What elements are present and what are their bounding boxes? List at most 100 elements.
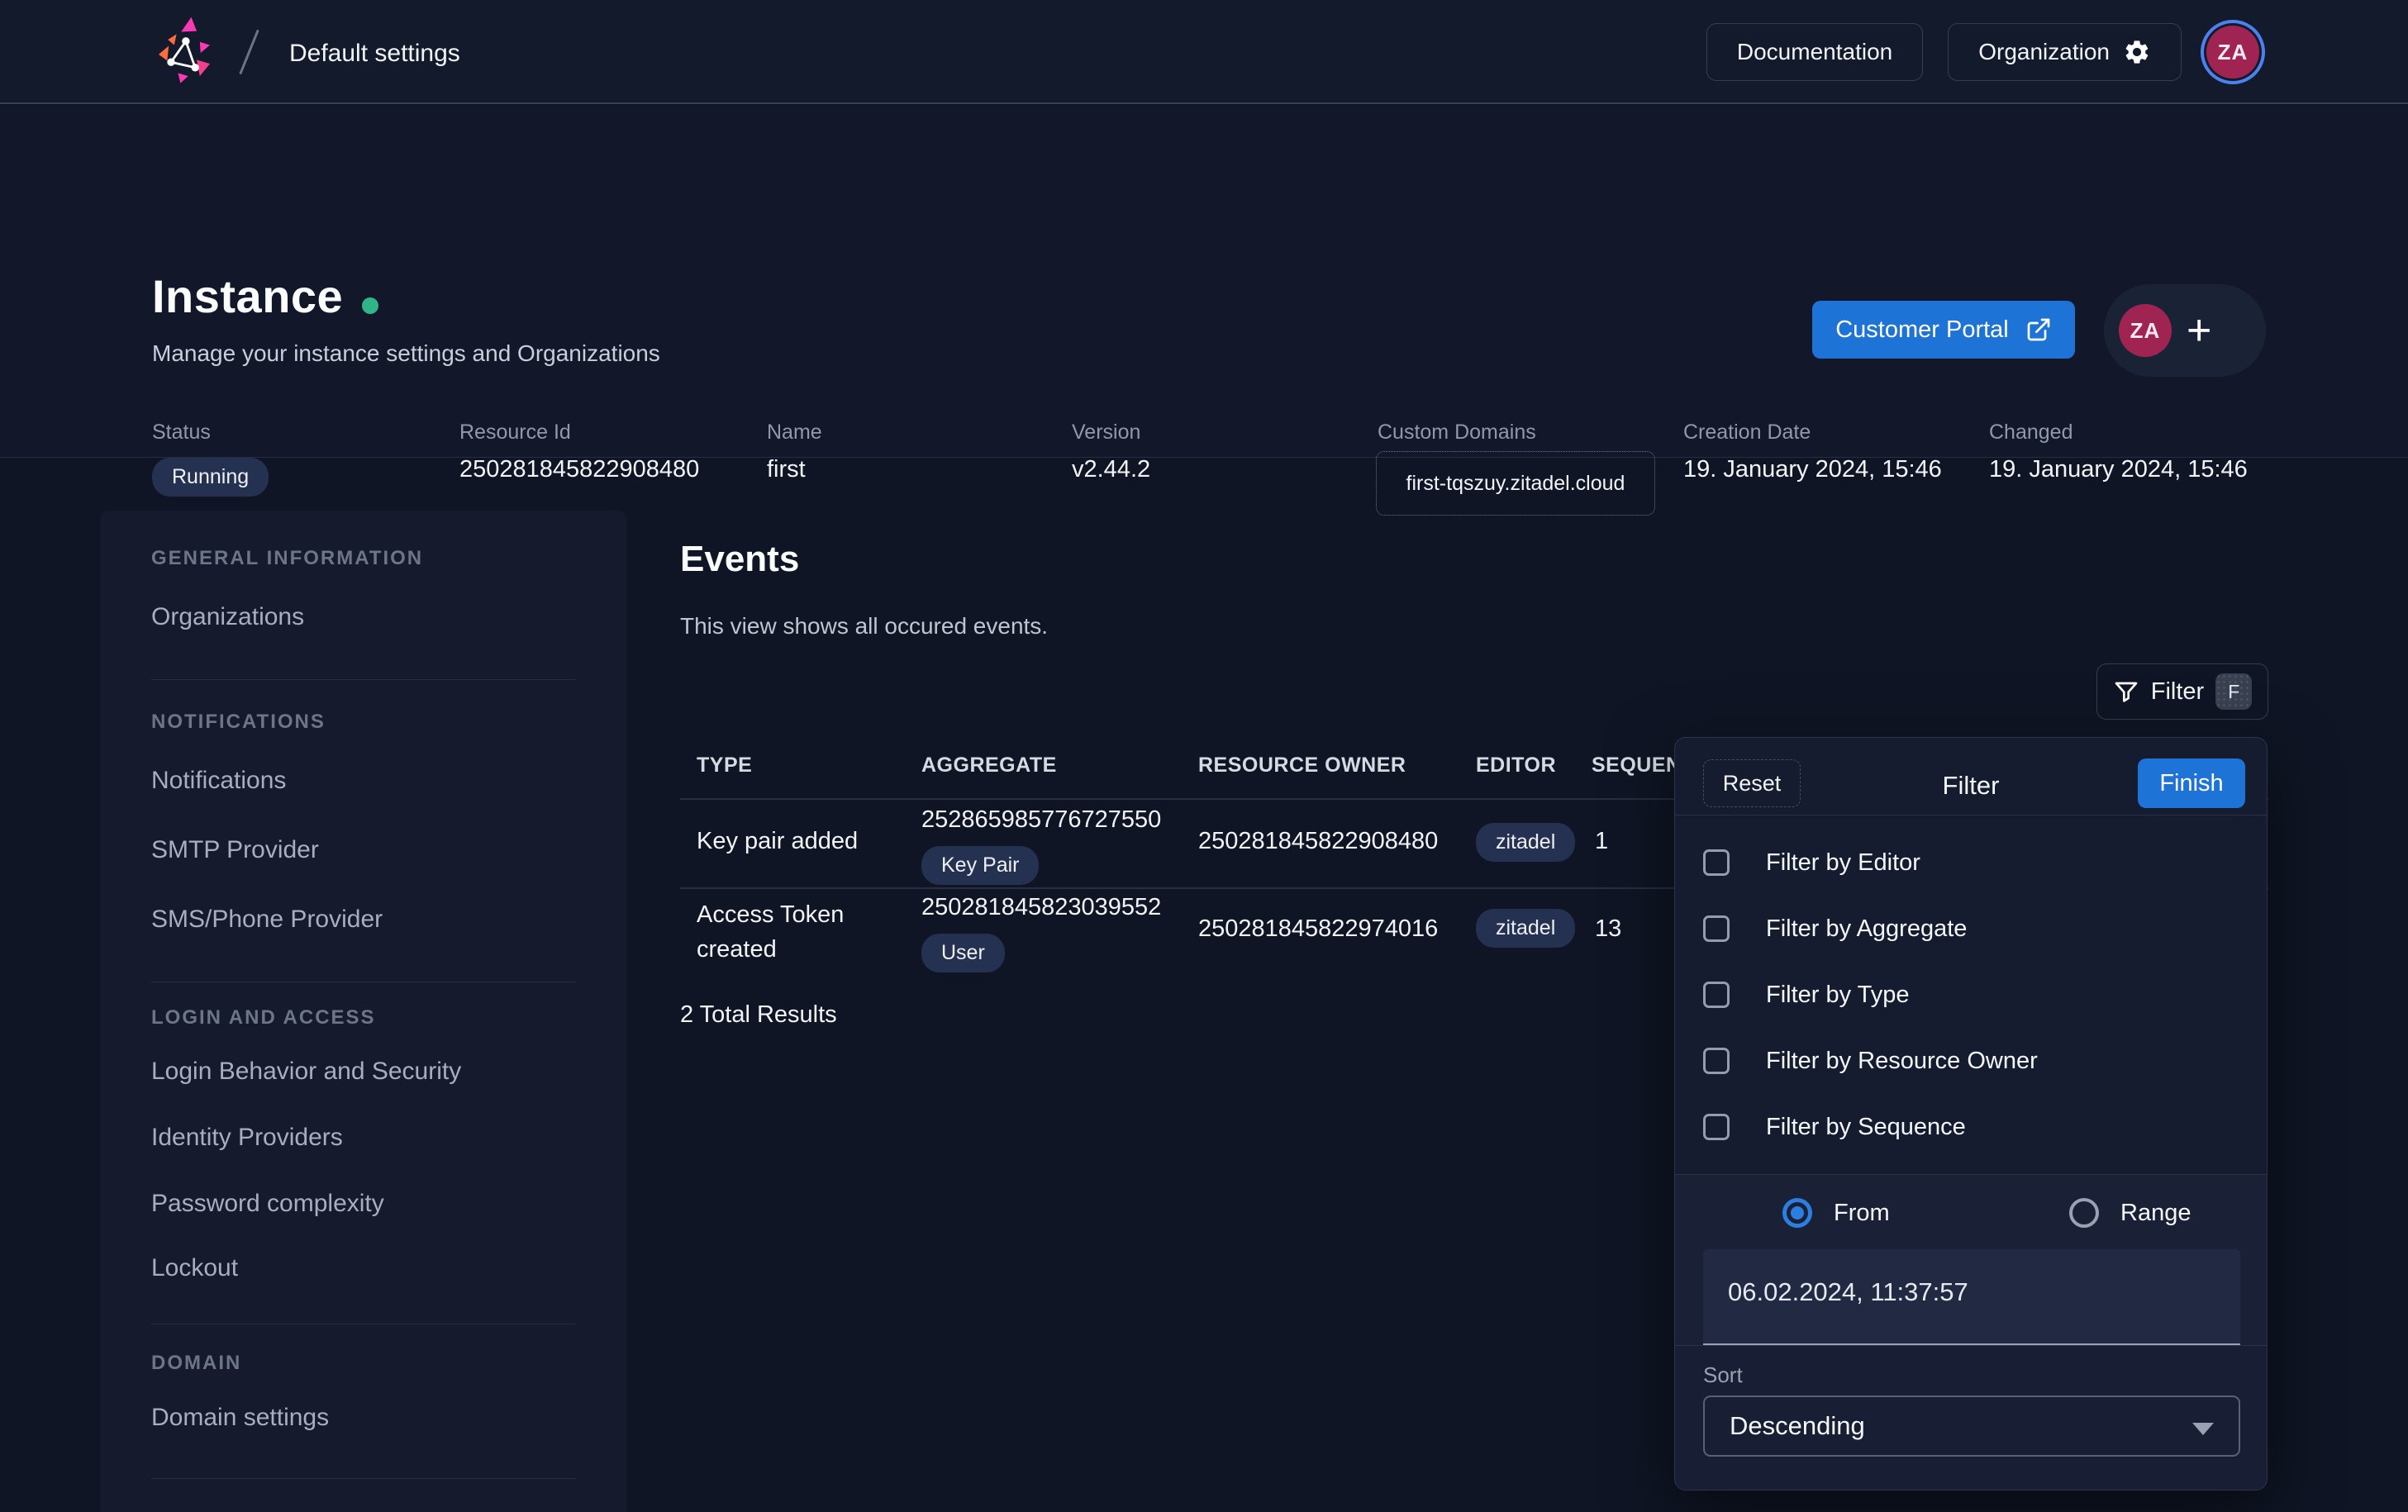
funnel-icon xyxy=(2113,678,2139,705)
meta-label: Resource Id xyxy=(459,421,699,445)
checkbox-icon xyxy=(1703,982,1730,1008)
sort-section: Sort Descending xyxy=(1675,1345,2267,1491)
user-avatar[interactable]: ZA xyxy=(2206,26,2259,78)
sidebar-item-lockout[interactable]: Lockout xyxy=(151,1254,238,1282)
sidebar-item-smtp-provider[interactable]: SMTP Provider xyxy=(151,836,319,864)
sidebar-section-notifications: NOTIFICATIONS xyxy=(151,711,326,734)
meta-label: Creation Date xyxy=(1683,421,1942,445)
sidebar-item-domain-settings[interactable]: Domain settings xyxy=(151,1404,329,1432)
sidebar-section-login-access: LOGIN AND ACCESS xyxy=(151,1006,376,1029)
filter-by-resource-owner-checkbox[interactable]: Filter by Resource Owner xyxy=(1703,1043,2038,1079)
meta-value: 19. January 2024, 15:46 xyxy=(1989,456,2248,483)
range-radio[interactable]: Range xyxy=(2069,1198,2191,1228)
settings-sidebar: GENERAL INFORMATION Organizations NOTIFI… xyxy=(100,511,626,1512)
meta-version: Version v2.44.2 xyxy=(1072,421,1150,483)
sidebar-divider xyxy=(151,679,576,680)
organization-label: Organization xyxy=(1978,39,2110,65)
chevron-down-icon xyxy=(2192,1423,2214,1435)
zitadel-logo-icon[interactable] xyxy=(145,13,223,91)
meta-label: Changed xyxy=(1989,421,2248,445)
filter-button[interactable]: Filter F xyxy=(2096,663,2268,720)
page-subtitle: Manage your instance settings and Organi… xyxy=(152,340,660,367)
shortcut-badge: F xyxy=(2215,673,2252,710)
page-title: Instance xyxy=(152,269,343,323)
sidebar-section-general: GENERAL INFORMATION xyxy=(151,547,423,570)
gear-icon xyxy=(2123,38,2151,66)
radio-label: Range xyxy=(2120,1200,2191,1227)
customer-portal-button[interactable]: Customer Portal xyxy=(1812,301,2075,359)
sequence-value: 1 xyxy=(1595,828,1608,855)
sidebar-item-password-complexity[interactable]: Password complexity xyxy=(151,1190,384,1218)
topbar-actions: Documentation Organization ZA xyxy=(1706,0,2266,104)
custom-domain-chip[interactable]: first-tqszuy.zitadel.cloud xyxy=(1376,451,1655,516)
col-header-resource-owner: RESOURCE OWNER xyxy=(1198,754,1406,777)
checkbox-label: Filter by Sequence xyxy=(1766,1114,1966,1141)
instance-header: Instance Manage your instance settings a… xyxy=(0,106,2408,458)
sort-dropdown[interactable]: Descending xyxy=(1703,1396,2240,1457)
sequence-value: 13 xyxy=(1595,915,1621,943)
sidebar-item-organizations[interactable]: Organizations xyxy=(151,603,304,631)
filter-by-aggregate-checkbox[interactable]: Filter by Aggregate xyxy=(1703,911,1967,947)
col-header-aggregate: AGGREGATE xyxy=(921,754,1057,777)
datetime-input[interactable]: 06.02.2024, 11:37:57 xyxy=(1703,1249,2240,1345)
documentation-label: Documentation xyxy=(1737,39,1892,65)
sidebar-item-notifications[interactable]: Notifications xyxy=(151,767,286,795)
finish-button[interactable]: Finish xyxy=(2138,758,2245,808)
filter-button-label: Filter xyxy=(2151,678,2204,706)
meta-label: Name xyxy=(767,421,822,445)
meta-creation-date: Creation Date 19. January 2024, 15:46 xyxy=(1683,421,1942,483)
add-member-button[interactable]: + xyxy=(2187,309,2211,352)
meta-name: Name first xyxy=(767,421,822,483)
topbar: Default settings Documentation Organizat… xyxy=(0,0,2408,104)
checkbox-icon xyxy=(1703,1114,1730,1140)
checkbox-label: Filter by Aggregate xyxy=(1766,915,1967,943)
time-filter-section: From Range 06.02.2024, 11:37:57 xyxy=(1675,1174,2267,1345)
checkbox-label: Filter by Editor xyxy=(1766,849,1920,877)
col-header-type: TYPE xyxy=(697,754,752,777)
events-description: This view shows all occured events. xyxy=(680,613,1048,640)
aggregate-id: 252865985776727550 xyxy=(921,806,1161,834)
filter-by-type-checkbox[interactable]: Filter by Type xyxy=(1703,977,1910,1013)
filter-by-editor-checkbox[interactable]: Filter by Editor xyxy=(1703,844,1920,881)
documentation-button[interactable]: Documentation xyxy=(1706,23,1923,81)
resource-owner: 250281845822908480 xyxy=(1198,828,1438,855)
zitadel-console: { "topbar": { "breadcrumb": "Default set… xyxy=(0,0,2408,1512)
meta-value: first xyxy=(767,456,822,483)
resource-owner: 250281845822974016 xyxy=(1198,915,1438,943)
member-avatar[interactable]: ZA xyxy=(2119,304,2172,357)
editor-chip: zitadel xyxy=(1476,909,1575,948)
radio-selected-icon xyxy=(1782,1198,1812,1228)
checkbox-icon xyxy=(1703,849,1730,876)
checkbox-icon xyxy=(1703,1048,1730,1074)
sidebar-item-identity-providers[interactable]: Identity Providers xyxy=(151,1124,343,1152)
from-radio[interactable]: From xyxy=(1782,1198,1890,1228)
total-results: 2 Total Results xyxy=(680,1001,837,1029)
breadcrumb-separator xyxy=(239,30,259,75)
sidebar-item-sms-phone-provider[interactable]: SMS/Phone Provider xyxy=(151,906,383,934)
sidebar-section-domain: DOMAIN xyxy=(151,1352,241,1375)
meta-value: 250281845822908480 xyxy=(459,456,699,483)
aggregate-id: 250281845823039552 xyxy=(921,894,1161,921)
editor-chip: zitadel xyxy=(1476,823,1575,862)
radio-label: From xyxy=(1834,1200,1890,1227)
sort-label: Sort xyxy=(1703,1362,1743,1388)
breadcrumb: Default settings xyxy=(289,40,460,68)
organization-button[interactable]: Organization xyxy=(1948,23,2182,81)
meta-value: v2.44.2 xyxy=(1072,456,1150,483)
meta-changed: Changed 19. January 2024, 15:46 xyxy=(1989,421,2248,483)
meta-status: Status Running xyxy=(152,421,269,497)
external-link-icon xyxy=(2025,316,2052,343)
filter-by-sequence-checkbox[interactable]: Filter by Sequence xyxy=(1703,1109,1966,1145)
meta-resource-id: Resource Id 250281845822908480 xyxy=(459,421,699,483)
aggregate-type-chip: User xyxy=(921,934,1005,972)
radio-unselected-icon xyxy=(2069,1198,2099,1228)
checkbox-label: Filter by Type xyxy=(1766,982,1910,1009)
sidebar-item-login-behavior[interactable]: Login Behavior and Security xyxy=(151,1058,461,1086)
checkbox-icon xyxy=(1703,915,1730,942)
meta-value: 19. January 2024, 15:46 xyxy=(1683,456,1942,483)
events-title: Events xyxy=(680,539,799,580)
customer-portal-label: Customer Portal xyxy=(1835,316,2009,344)
meta-label: Status xyxy=(152,421,269,445)
instance-members-group: ZA + xyxy=(2104,284,2266,377)
aggregate-type-chip: Key Pair xyxy=(921,846,1039,885)
